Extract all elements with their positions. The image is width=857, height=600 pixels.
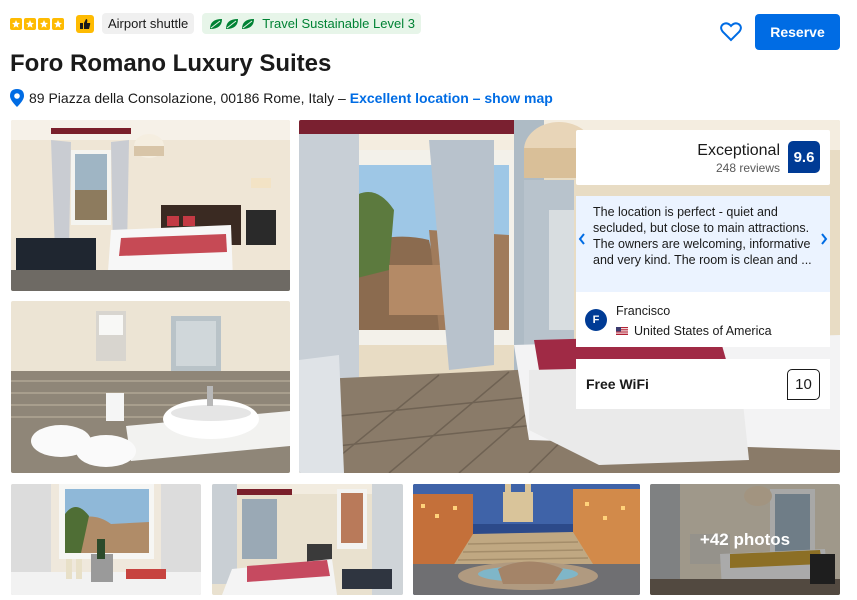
show-map-link[interactable]: Excellent location – show map <box>350 90 553 106</box>
review-quote: The location is perfect - quiet and secl… <box>593 205 812 267</box>
score-text: Exceptional 248 reviews <box>697 142 780 175</box>
star-icon <box>10 17 22 30</box>
reviewer-country-label: United States of America <box>634 324 772 338</box>
review-score-badge: 9.6 <box>788 141 820 173</box>
sustainable-badge[interactable]: Travel Sustainable Level 3 <box>202 13 421 34</box>
star-icon <box>52 17 64 30</box>
hotel-name: Foro Romano Luxury Suites <box>10 50 332 77</box>
star-rating <box>10 17 64 30</box>
star-icon <box>38 17 50 30</box>
facility-score-badge: 10 <box>787 369 820 400</box>
header-actions: Reserve <box>719 14 840 50</box>
sustainable-label: Travel Sustainable Level 3 <box>262 16 415 31</box>
more-photos-overlay[interactable]: +42 photos <box>650 484 840 595</box>
reviewer-country: United States of America <box>616 324 772 338</box>
review-quote-card: The location is perfect - quiet and secl… <box>576 196 830 292</box>
photo-more-gallery[interactable]: +42 photos <box>650 484 840 595</box>
leaf-icon <box>208 17 256 31</box>
review-score-card[interactable]: Exceptional 248 reviews 9.6 <box>576 130 830 185</box>
airport-shuttle-badge: Airport shuttle <box>102 13 195 34</box>
photo-bathroom[interactable] <box>11 301 290 473</box>
thumbs-up-icon[interactable] <box>76 14 94 33</box>
facility-label: Free WiFi <box>586 376 649 392</box>
star-icon <box>24 17 36 30</box>
photo-room-overview[interactable] <box>212 484 403 595</box>
reviewer-name: Francisco <box>616 304 671 318</box>
facility-score-card: Free WiFi 10 <box>576 359 830 409</box>
reviewer-info: F Francisco United States of America <box>576 292 830 347</box>
chevron-left-icon[interactable] <box>576 228 588 250</box>
address-row: 89 Piazza della Consolazione, 00186 Rome… <box>10 89 553 107</box>
rating-label: Exceptional <box>697 142 780 159</box>
photo-window-view[interactable] <box>11 484 201 595</box>
location-pin-icon <box>10 89 24 107</box>
us-flag-icon <box>616 327 628 335</box>
property-badges: Airport shuttle Travel Sustainable Level… <box>10 13 421 34</box>
hotel-address: 89 Piazza della Consolazione, 00186 Rome… <box>29 90 346 106</box>
reserve-button[interactable]: Reserve <box>755 14 840 50</box>
heart-icon[interactable] <box>719 20 743 44</box>
photo-spanish-steps[interactable] <box>413 484 640 595</box>
chevron-right-icon[interactable] <box>818 228 830 250</box>
avatar: F <box>585 309 607 331</box>
review-count: 248 reviews <box>715 161 780 175</box>
photo-bedroom[interactable] <box>11 120 290 291</box>
